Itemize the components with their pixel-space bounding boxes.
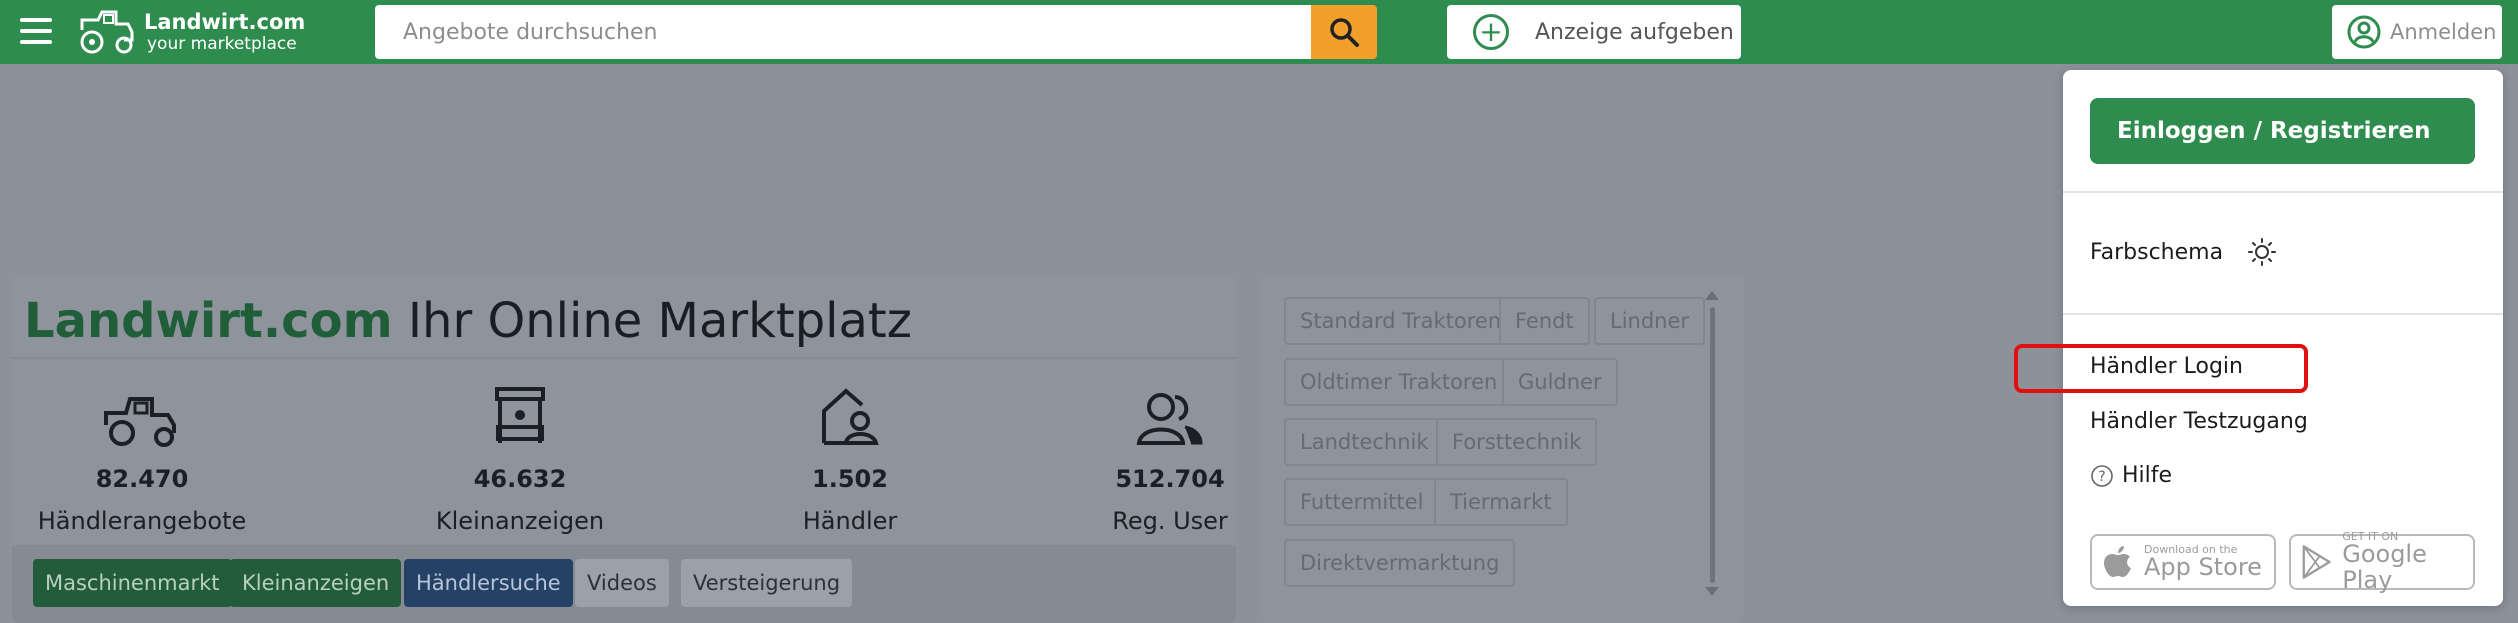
category-chip[interactable]: Fendt [1499, 297, 1590, 345]
tractor-logo-icon [80, 10, 134, 54]
category-chip[interactable]: Tiermarkt [1434, 478, 1568, 526]
stat-label: Händlerangebote [37, 507, 247, 535]
signin-button[interactable]: Anmelden [2332, 5, 2502, 59]
app-store-big-text: App Store [2144, 552, 2262, 581]
svg-text:?: ? [2098, 469, 2105, 485]
post-ad-label: Anzeige aufgeben [1535, 19, 1734, 45]
app-store-badge[interactable]: Download on the App Store [2090, 534, 2276, 590]
dealer-house-icon [822, 388, 879, 445]
tab-auction[interactable]: Versteigerung [681, 559, 853, 607]
scroll-up-arrow-icon[interactable] [1705, 291, 1719, 300]
hero-title: Landwirt.com Ihr Online Marktplatz [24, 293, 912, 349]
category-chip[interactable]: Lindner [1594, 297, 1706, 345]
logo-subtitle: your marketplace [147, 33, 297, 54]
categories-card: Standard Traktoren Fendt Lindner Oldtime… [1262, 275, 1743, 623]
stat-value: 82.470 [95, 465, 189, 493]
site-logo[interactable]: Landwirt.com your marketplace [76, 8, 305, 56]
stat-label: Kleinanzeigen [435, 507, 605, 535]
question-circle-icon: ? [2091, 464, 2113, 487]
color-scheme-label: Farbschema [2090, 239, 2224, 265]
stat-value: 512.704 [1115, 465, 1225, 493]
category-chip[interactable]: Landtechnik [1284, 418, 1445, 466]
divider [2063, 191, 2503, 193]
help-link[interactable]: ? Hilfe [2090, 463, 2172, 488]
category-chip[interactable]: Direktvermarktung [1284, 539, 1516, 587]
highlight-box [2014, 344, 2308, 393]
stat-value: 46.632 [473, 465, 567, 493]
hero-divider [12, 357, 1236, 359]
tab-classifieds[interactable]: Kleinanzeigen [230, 559, 402, 607]
google-play-badge[interactable]: GET IT ON Google Play [2289, 531, 2475, 594]
search-icon [1330, 18, 1359, 47]
category-chip[interactable]: Standard Traktoren [1284, 297, 1518, 345]
stat-label: Reg. User [1112, 507, 1228, 535]
google-play-big-text: Google Play [2342, 540, 2427, 594]
stat-value: 1.502 [812, 465, 888, 493]
stat-classifieds[interactable]: 46.632 Kleinanzeigen [410, 383, 630, 535]
divider [2063, 313, 2503, 315]
account-dropdown: Einloggen / Registrieren Farbschema Händ… [2063, 70, 2503, 606]
google-play-icon [2302, 545, 2331, 579]
dealer-trial-link[interactable]: Händler Testzugang [2090, 409, 2308, 434]
tab-dealer-search[interactable]: Händlersuche [404, 559, 573, 607]
stat-dealers[interactable]: 1.502 Händler [740, 383, 960, 535]
stat-registered-users[interactable]: 512.704 Reg. User [1060, 383, 1280, 535]
category-chip[interactable]: Forsttechnik [1436, 418, 1598, 466]
help-label: Hilfe [2122, 463, 2173, 488]
plus-circle-icon: + [1473, 14, 1509, 50]
hero-title-text: Ihr Online Marktplatz [392, 293, 912, 349]
search-input[interactable]: Angebote durchsuchen [375, 5, 1311, 59]
users-icon [1136, 393, 1203, 445]
category-chip[interactable]: Oldtimer Traktoren [1284, 358, 1514, 406]
hero-card: Landwirt.com Ihr Online Marktplatz 82.47… [12, 275, 1236, 623]
tractor-icon [104, 397, 176, 447]
stat-label: Händler [802, 507, 898, 535]
hero-brand: Landwirt.com [24, 293, 393, 349]
color-scheme-toggle[interactable]: Farbschema [2090, 237, 2277, 267]
scrollbar[interactable] [1710, 307, 1715, 583]
post-ad-button[interactable]: + Anzeige aufgeben [1447, 5, 1741, 59]
market-stall-icon [495, 387, 545, 443]
hamburger-menu-icon[interactable] [20, 18, 52, 44]
stat-dealer-offers[interactable]: 82.470 Händlerangebote [32, 383, 252, 535]
signin-label: Anmelden [2390, 20, 2497, 44]
scroll-down-arrow-icon[interactable] [1705, 587, 1719, 596]
tab-machine-market[interactable]: Maschinenmarkt [33, 559, 232, 607]
category-chip[interactable]: Guldner [1502, 358, 1618, 406]
tab-videos[interactable]: Videos [575, 559, 669, 607]
user-circle-icon [2347, 15, 2381, 49]
logo-title: Landwirt.com [144, 9, 306, 34]
top-header: Landwirt.com your marketplace Angebote d… [0, 0, 2518, 64]
search-button[interactable] [1311, 5, 1377, 59]
search-placeholder: Angebote durchsuchen [403, 19, 658, 45]
login-register-button[interactable]: Einloggen / Registrieren [2090, 98, 2475, 164]
sun-icon [2248, 238, 2277, 266]
category-chip[interactable]: Futtermittel [1284, 478, 1440, 526]
apple-icon [2104, 546, 2131, 577]
